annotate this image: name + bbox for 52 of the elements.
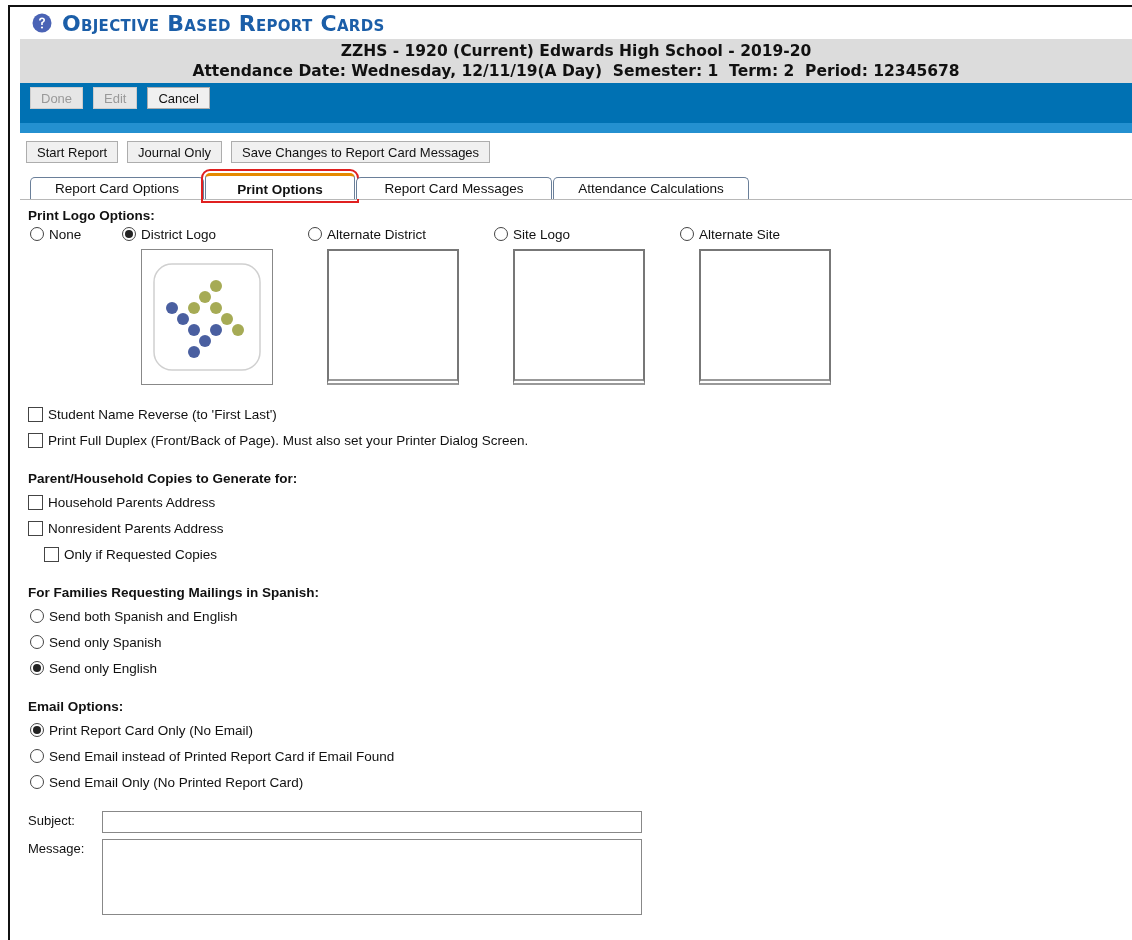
action-button[interactable]: Start Report — [26, 141, 119, 163]
help-icon[interactable] — [32, 13, 52, 33]
option-label: Send only Spanish — [49, 634, 162, 650]
option-label: Send both Spanish and English — [49, 608, 238, 624]
action-button[interactable]: Journal Only — [127, 141, 223, 163]
option-label: Student Name Reverse (to 'First Last') — [48, 406, 277, 422]
checkbox[interactable] — [28, 432, 43, 448]
checkbox[interactable] — [28, 494, 43, 510]
option-label: Send Email Only (No Printed Report Card) — [49, 774, 304, 790]
message-field[interactable] — [102, 839, 642, 915]
option-label: Send Email instead of Printed Report Card if Email Found — [49, 748, 395, 764]
radio-button[interactable] — [30, 775, 44, 789]
section-heading: For Families Requesting Mailings in Spanish: — [28, 584, 321, 602]
school-title: ZZHS - 1920 (Current) Edwards High School - 2019-20 — [339, 41, 813, 61]
dots-logo-icon — [152, 262, 262, 372]
option-label: Site Logo — [513, 226, 571, 242]
field-label: Subject: — [28, 812, 76, 828]
checkbox[interactable] — [28, 406, 43, 422]
radio-button[interactable] — [30, 609, 44, 623]
checkbox[interactable] — [44, 546, 59, 562]
page-title: Objective Based Report Cards — [62, 10, 385, 36]
radio-button[interactable] — [30, 635, 44, 649]
option-label: Print Full Duplex (Front/Back of Page). Must also set your Printer Dialog Screen. — [48, 432, 529, 448]
section-heading: Print Logo Options: — [28, 208, 156, 224]
option-label: District Logo — [141, 226, 217, 242]
radio-button[interactable] — [30, 227, 44, 241]
option-label: Only if Requested Copies — [64, 546, 218, 562]
action-button[interactable]: Save Changes to Report Card Messages — [231, 141, 491, 163]
radio-button[interactable] — [122, 227, 136, 241]
option-label: Send only English — [49, 660, 158, 676]
radio-button[interactable] — [30, 723, 44, 737]
field-label: Message: — [28, 840, 86, 856]
section-heading: Email Options: — [28, 698, 125, 716]
option-label: Household Parents Address — [48, 494, 216, 510]
option-label: Alternate District — [327, 226, 427, 242]
radio-button[interactable] — [30, 661, 44, 675]
tab[interactable]: Report Card Options — [30, 177, 204, 199]
subject-field[interactable] — [102, 811, 642, 833]
option-label: Print Report Card Only (No Email) — [49, 722, 254, 738]
option-label: Nonresident Parents Address — [48, 520, 224, 536]
tab[interactable]: Attendance Calculations — [553, 177, 749, 199]
section-heading: Parent/Household Copies to Generate for: — [28, 470, 299, 488]
radio-button[interactable] — [30, 749, 44, 763]
tab[interactable]: Report Card Messages — [356, 177, 552, 199]
radio-button[interactable] — [494, 227, 508, 241]
checkbox[interactable] — [28, 520, 43, 536]
toolbar-button[interactable]: Cancel — [147, 87, 210, 109]
radio-button[interactable] — [680, 227, 694, 241]
attendance-info: Attendance Date: Wednesday, 12/11/19(A Day) Semester: 1 Term: 2 Period: 12345678 — [191, 61, 961, 81]
option-label: Alternate Site — [699, 226, 781, 242]
radio-button[interactable] — [308, 227, 322, 241]
option-label: None — [49, 226, 82, 242]
